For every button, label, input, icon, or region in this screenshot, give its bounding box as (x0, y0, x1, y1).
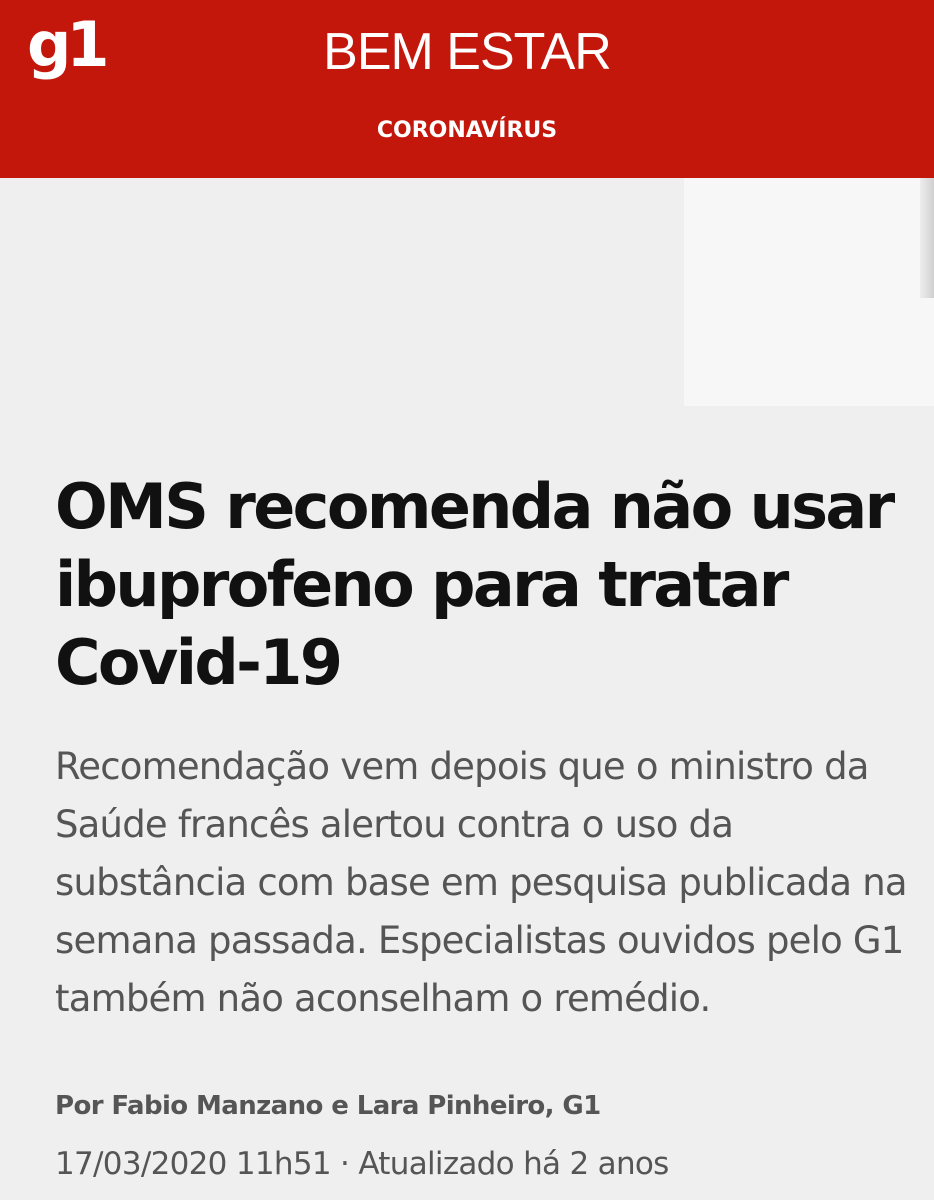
ad-placeholder-panel (684, 178, 934, 406)
scrollbar-shadow (920, 178, 934, 298)
article-headline: OMS recomenda não usar ibuprofeno para t… (55, 470, 895, 699)
article-byline: Por Fabio Manzano e Lara Pinheiro, G1 (55, 1091, 601, 1121)
site-header: g1 BEM ESTAR CORONAVÍRUS (0, 0, 934, 178)
subsection-link[interactable]: CORONAVÍRUS (0, 120, 934, 142)
article-subtitle: Recomendação vem depois que o ministro d… (55, 745, 908, 1020)
article-dateline: 17/03/2020 11h51 · Atualizado há 2 anos (55, 1146, 669, 1182)
section-title-link[interactable]: BEM ESTAR (0, 26, 934, 78)
